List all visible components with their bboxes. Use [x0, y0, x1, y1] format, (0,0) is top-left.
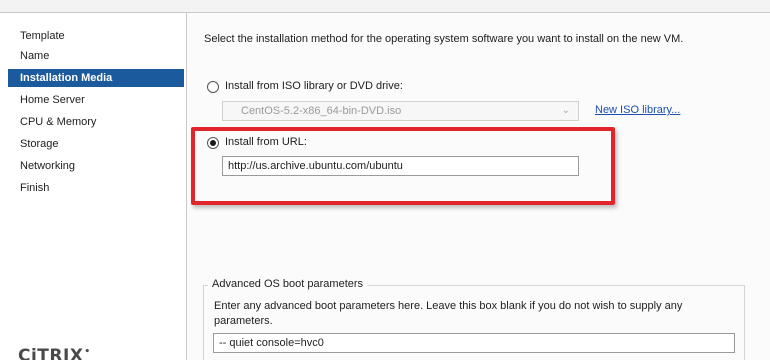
citrix-logo: CiTRIX• [18, 346, 91, 360]
chevron-down-icon: ⌄ [561, 105, 570, 116]
red-highlight-annotation [191, 127, 615, 205]
window-top-strip [0, 0, 770, 13]
iso-library-radio[interactable] [207, 81, 219, 93]
sidebar-item-template[interactable]: Template [8, 27, 184, 45]
new-iso-library-link[interactable]: New ISO library... [595, 104, 680, 116]
sidebar-item-storage[interactable]: Storage [8, 135, 184, 153]
advanced-boot-description-line2: parameters. [214, 315, 273, 327]
boot-parameters-input[interactable] [213, 333, 735, 353]
sidebar-item-finish[interactable]: Finish [8, 179, 184, 197]
sidebar-item-home-server[interactable]: Home Server [8, 91, 184, 109]
iso-dropdown[interactable]: CentOS-5.2-x86_64-bin-DVD.iso ⌄ [222, 101, 579, 121]
iso-library-label[interactable]: Install from ISO library or DVD drive: [225, 80, 403, 92]
advanced-boot-description-line1: Enter any advanced boot parameters here.… [214, 300, 683, 312]
sidebar-item-cpu-memory[interactable]: CPU & Memory [8, 113, 184, 131]
sidebar-item-networking[interactable]: Networking [8, 157, 184, 175]
advanced-boot-title: Advanced OS boot parameters [208, 278, 368, 290]
wizard-sidebar: Template Name Installation Media Home Se… [0, 13, 187, 360]
sidebar-item-installation-media[interactable]: Installation Media [8, 69, 184, 87]
sidebar-item-name[interactable]: Name [8, 47, 184, 65]
iso-dropdown-value: CentOS-5.2-x86_64-bin-DVD.iso [241, 105, 402, 117]
instruction-text: Select the installation method for the o… [204, 33, 684, 45]
